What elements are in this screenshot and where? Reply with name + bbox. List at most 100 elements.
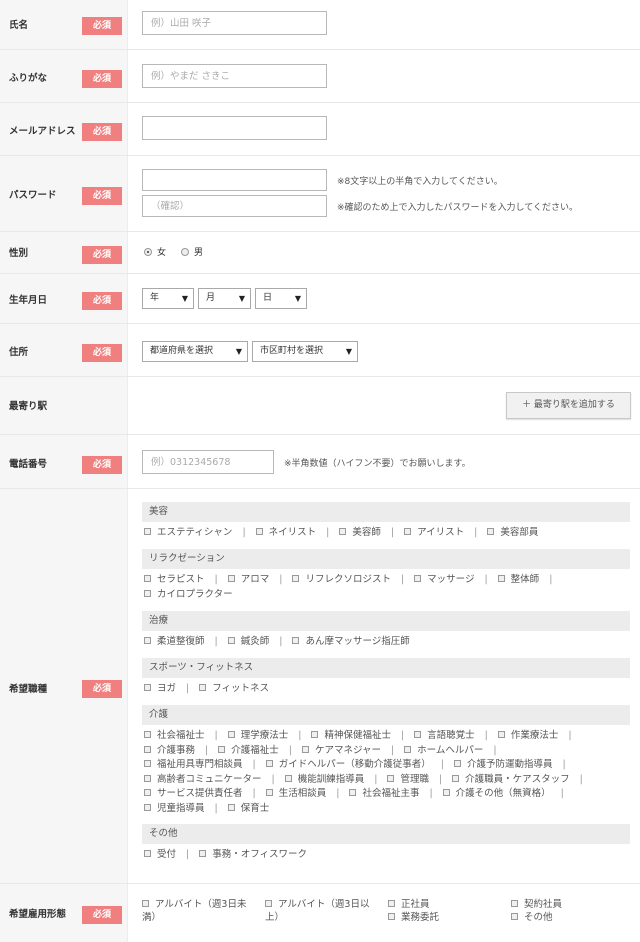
checkbox[interactable] <box>452 774 460 782</box>
checkbox[interactable] <box>144 760 151 767</box>
checkbox[interactable] <box>218 745 226 753</box>
occupation-option[interactable]: ホームヘルパー <box>404 745 483 756</box>
year-select[interactable]: 年 ▼ <box>142 288 194 309</box>
employment-option[interactable]: アルバイト（週3日未 満） <box>142 898 260 924</box>
radio-unselected[interactable] <box>181 247 189 256</box>
checkbox[interactable] <box>144 528 151 535</box>
occupation-option[interactable]: アロマ <box>227 574 269 585</box>
checkbox[interactable] <box>387 774 395 782</box>
checkbox[interactable] <box>144 637 151 644</box>
checkbox[interactable] <box>453 760 461 767</box>
password-input[interactable] <box>142 169 327 191</box>
occupation-option[interactable]: 介護予防運動指導員 <box>453 759 552 770</box>
occupation-option[interactable]: 受付 <box>144 849 176 860</box>
checkbox[interactable] <box>388 913 395 920</box>
occupation-option[interactable]: 管理職 <box>387 774 429 785</box>
checkbox[interactable] <box>227 803 235 811</box>
occupation-option[interactable]: フィットネス <box>199 683 269 694</box>
checkbox[interactable] <box>511 900 518 907</box>
occupation-option[interactable]: サービス提供責任者 <box>144 788 243 799</box>
checkbox[interactable] <box>339 528 347 535</box>
checkbox[interactable] <box>388 900 395 907</box>
checkbox[interactable] <box>497 575 505 582</box>
checkbox[interactable] <box>265 789 273 796</box>
occupation-option[interactable]: 介護その他（無資格） <box>442 788 551 799</box>
email-input[interactable] <box>142 116 327 140</box>
occupation-option[interactable]: 柔道整復師 <box>144 636 205 647</box>
checkbox[interactable] <box>349 789 357 796</box>
day-select[interactable]: 日 ▼ <box>255 288 307 309</box>
city-select[interactable]: 市区町村を選択 ▼ <box>252 341 358 362</box>
checkbox[interactable] <box>284 774 292 782</box>
checkbox[interactable] <box>144 684 151 691</box>
checkbox[interactable] <box>199 850 207 857</box>
occupation-option[interactable]: エステティシャン <box>144 527 232 538</box>
occupation-option[interactable]: 鍼灸師 <box>227 636 269 647</box>
gender-option-female[interactable]: 女 <box>144 245 166 258</box>
occupation-option[interactable]: マッサージ <box>414 574 474 585</box>
checkbox[interactable] <box>311 731 319 738</box>
occupation-option[interactable]: アイリスト <box>404 527 464 538</box>
checkbox[interactable] <box>227 731 235 738</box>
checkbox[interactable] <box>144 789 151 796</box>
occupation-option[interactable]: ケアマネジャー <box>301 745 381 756</box>
occupation-option[interactable]: 理学療法士 <box>227 730 288 741</box>
occupation-option[interactable]: 生活相談員 <box>265 788 326 799</box>
occupation-option[interactable]: 作業療法士 <box>497 730 558 741</box>
name-input[interactable] <box>142 11 327 35</box>
checkbox[interactable] <box>265 760 273 767</box>
checkbox[interactable] <box>144 731 151 738</box>
month-select[interactable]: 月 ▼ <box>198 288 251 309</box>
checkbox[interactable] <box>511 913 518 920</box>
checkbox[interactable] <box>301 745 309 753</box>
phone-input[interactable] <box>142 450 274 474</box>
occupation-option[interactable]: 美容師 <box>339 527 381 538</box>
occupation-option[interactable]: 介護事務 <box>144 745 195 756</box>
occupation-option[interactable]: 介護職員・ケアスタッフ <box>452 774 570 785</box>
occupation-option[interactable]: 児童指導員 <box>144 803 205 814</box>
occupation-option[interactable]: 高齢者コミュニケーター <box>144 774 262 785</box>
occupation-option[interactable]: 機能訓練指導員 <box>284 774 364 785</box>
occupation-option[interactable]: 整体師 <box>497 574 539 585</box>
occupation-option[interactable]: カイロプラクター <box>144 589 233 600</box>
occupation-option[interactable]: ガイドヘルパー（移動介護従事者） <box>265 759 431 770</box>
occupation-option[interactable]: リフレクソロジスト <box>292 574 391 585</box>
employment-option[interactable]: その他 <box>511 911 553 924</box>
checkbox[interactable] <box>292 637 300 644</box>
occupation-option[interactable]: セラピスト <box>144 574 205 585</box>
checkbox[interactable] <box>144 850 151 857</box>
checkbox[interactable] <box>404 528 412 535</box>
occupation-option[interactable]: 言語聴覚士 <box>414 730 475 741</box>
checkbox[interactable] <box>144 774 151 782</box>
occupation-option[interactable]: ネイリスト <box>255 527 316 538</box>
checkbox[interactable] <box>292 575 300 582</box>
checkbox[interactable] <box>414 731 422 738</box>
password-confirm-input[interactable] <box>142 195 327 217</box>
furigana-input[interactable] <box>142 64 327 88</box>
occupation-option[interactable]: ヨガ <box>144 683 176 694</box>
occupation-option[interactable]: 精神保健福祉士 <box>311 730 391 741</box>
occupation-option[interactable]: 社会福祉士 <box>144 730 205 741</box>
employment-option[interactable]: 正社員 <box>388 898 430 911</box>
occupation-option[interactable]: 保育士 <box>227 803 269 814</box>
checkbox[interactable] <box>199 684 207 691</box>
checkbox[interactable] <box>487 528 495 535</box>
checkbox[interactable] <box>144 575 151 582</box>
checkbox[interactable] <box>255 528 263 535</box>
prefecture-select[interactable]: 都道府県を選択 ▼ <box>142 341 248 362</box>
checkbox[interactable] <box>227 575 235 582</box>
employment-option[interactable]: アルバイト（週3日以 上） <box>265 898 383 924</box>
add-station-button[interactable]: ＋ 最寄り駅を追加する <box>506 392 631 419</box>
radio-selected[interactable] <box>144 247 152 256</box>
checkbox[interactable] <box>144 803 151 811</box>
checkbox[interactable] <box>144 745 151 753</box>
checkbox[interactable] <box>144 589 151 597</box>
occupation-option[interactable]: 事務・オフィスワーク <box>199 849 307 860</box>
checkbox[interactable] <box>142 900 149 907</box>
checkbox[interactable] <box>497 731 505 738</box>
gender-option-male[interactable]: 男 <box>181 245 203 258</box>
occupation-option[interactable]: 美容部員 <box>487 527 538 538</box>
checkbox[interactable] <box>414 575 422 582</box>
employment-option[interactable]: 業務委託 <box>388 911 439 924</box>
checkbox[interactable] <box>404 745 412 753</box>
